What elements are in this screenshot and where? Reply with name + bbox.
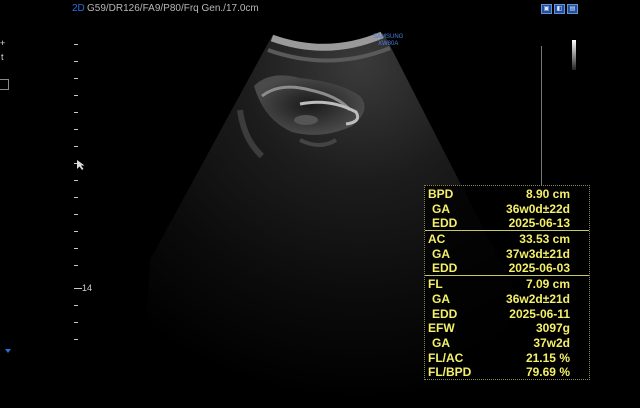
bpd-row[interactable]: BPD 8.90 cm — [425, 186, 589, 201]
mode-label[interactable]: 2D — [72, 3, 85, 14]
fl-bpd-row[interactable]: FL/BPD 79.69 % — [425, 364, 589, 379]
efw-row[interactable]: EFW 3097g — [425, 320, 589, 335]
measurement-panel[interactable]: BPD 8.90 cm GA 36w0d±22d EDD 2025-06-13 AC 3… — [424, 185, 590, 380]
plus-marker: + — [0, 38, 6, 48]
grayscale-bar — [572, 40, 576, 70]
device-brand: SAMSUNG XW80A — [373, 34, 403, 48]
fl-ga-row[interactable]: GA 36w2d±21d — [425, 291, 589, 306]
left-box-marker — [0, 79, 9, 90]
brand-model: XW80A — [378, 41, 399, 47]
ac-ga-row[interactable]: GA 37w3d±21d — [425, 246, 589, 261]
settings-icon[interactable]: ◧ — [554, 4, 565, 14]
status-icons: ▣ ◧ ▤ — [541, 4, 578, 14]
t-marker: t — [1, 52, 4, 62]
ac-edd-row[interactable]: EDD 2025-06-03 — [425, 260, 589, 275]
focus-cursor-icon[interactable] — [76, 159, 86, 171]
header-bar: 2D G59/DR126/FA9/P80/Frq Gen./17.0cm ▣ ◧… — [0, 0, 640, 18]
fl-group: FL 7.09 cm GA 36w2d±21d EDD 2025-06-11 EFW 3… — [425, 276, 589, 379]
ac-group: AC 33.53 cm GA 37w3d±21d EDD 2025-06-03 — [425, 231, 589, 277]
efw-ga-row[interactable]: GA 37w2d — [425, 335, 589, 350]
save-icon[interactable]: ▤ — [567, 4, 578, 14]
scan-parameters: G59/DR126/FA9/P80/Frq Gen./17.0cm — [87, 3, 259, 14]
bpd-group: BPD 8.90 cm GA 36w0d±22d EDD 2025-06-13 — [425, 186, 589, 232]
fl-ac-row[interactable]: FL/AC 21.15 % — [425, 350, 589, 365]
brand-name: SAMSUNG — [373, 34, 404, 40]
bpd-edd-row[interactable]: EDD 2025-06-13 — [425, 215, 589, 230]
fl-row[interactable]: FL 7.09 cm — [425, 276, 589, 291]
focus-arrow-icon[interactable] — [5, 349, 11, 353]
fl-edd-row[interactable]: EDD 2025-06-11 — [425, 306, 589, 321]
depth-label: 14 — [82, 283, 93, 293]
scan-line-marker — [541, 46, 542, 186]
ac-row[interactable]: AC 33.53 cm — [425, 231, 589, 246]
bpd-ga-row[interactable]: GA 36w0d±22d — [425, 201, 589, 216]
probe-icon[interactable]: ▣ — [541, 4, 552, 14]
